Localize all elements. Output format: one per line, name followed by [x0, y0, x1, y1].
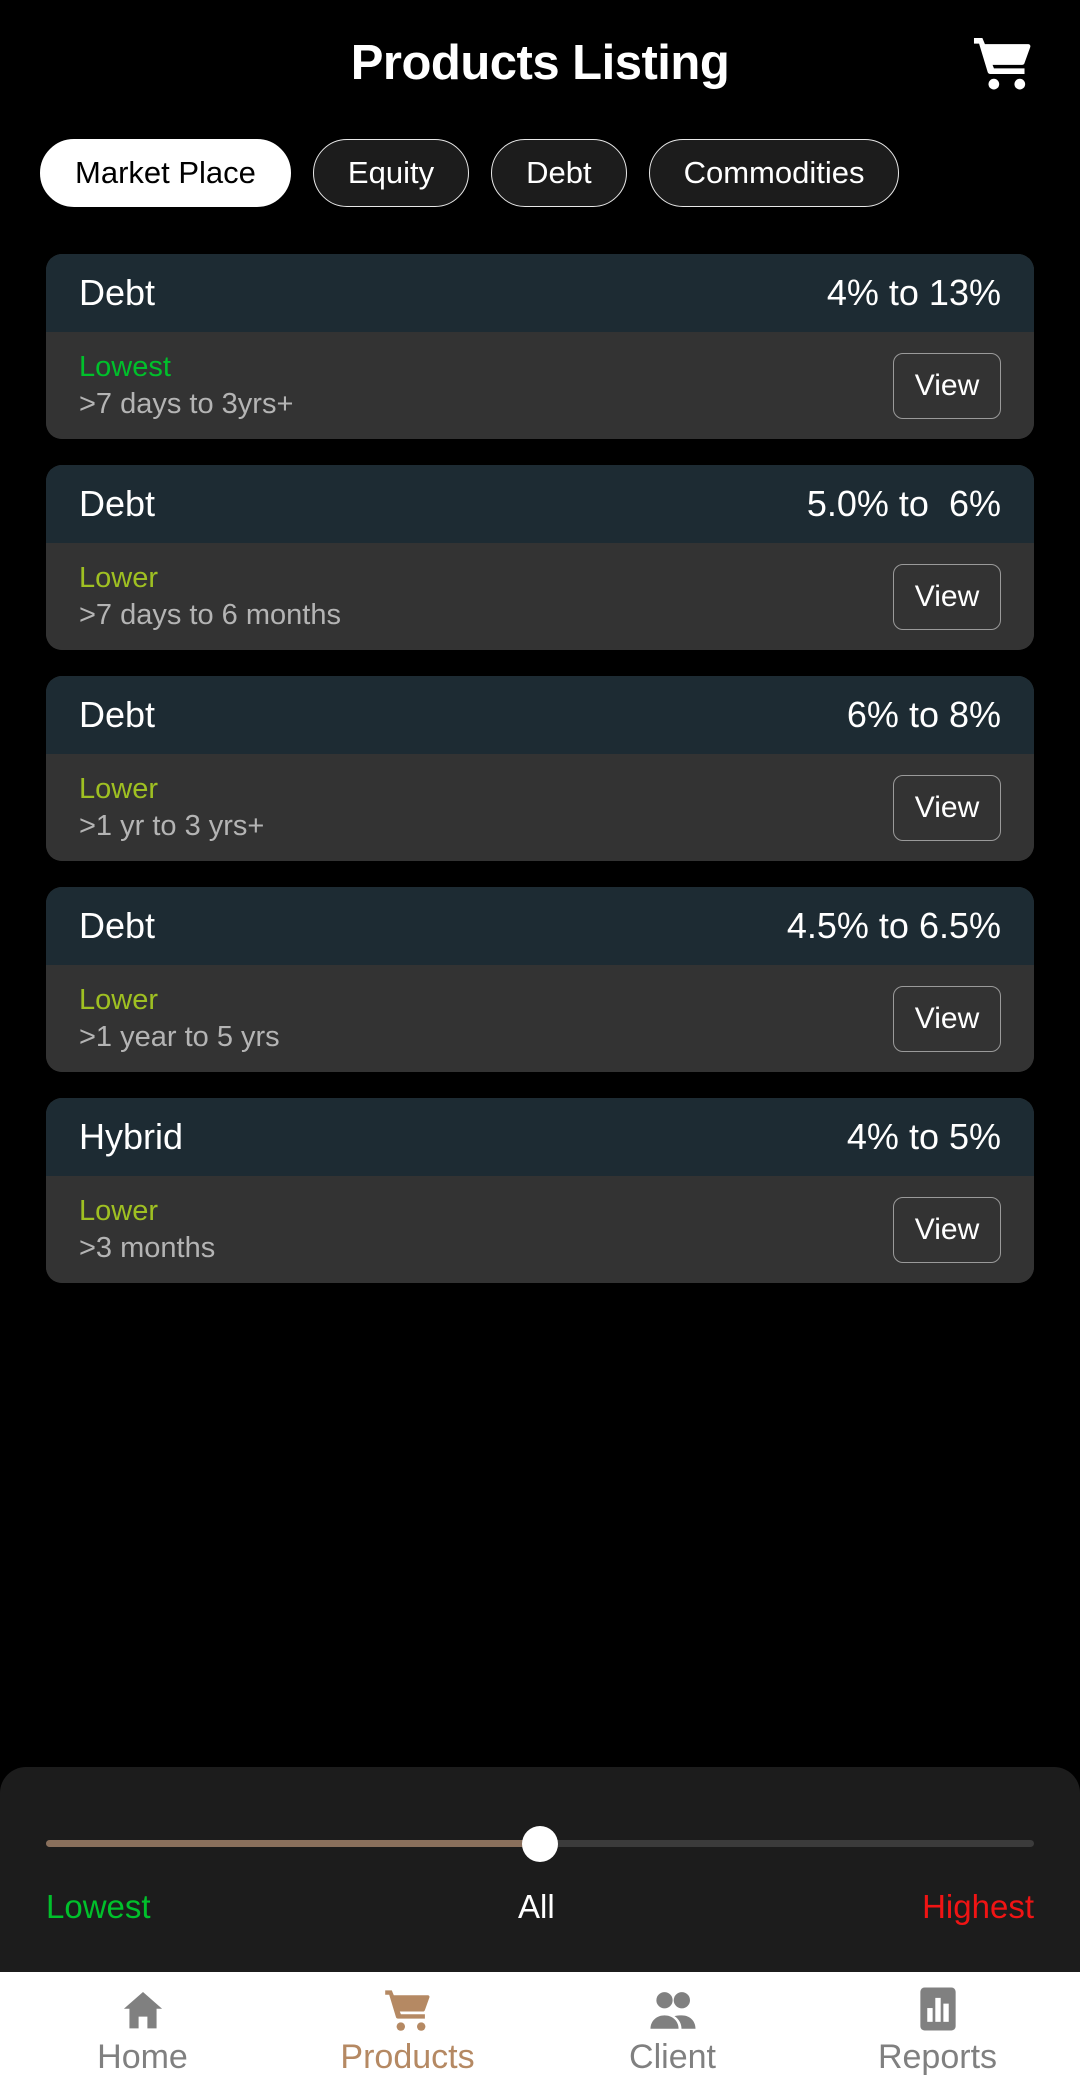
product-card[interactable]: Debt 6% to 8% Lower >1 yr to 3 yrs+ View — [46, 676, 1034, 861]
product-card-body: Lower >1 year to 5 yrs View — [46, 965, 1034, 1072]
product-card-header: Debt 4.5% to 6.5% — [46, 887, 1034, 965]
product-duration: >3 months — [79, 1232, 216, 1264]
product-duration: >7 days to 3yrs+ — [79, 388, 294, 420]
view-button[interactable]: View — [893, 563, 1001, 630]
slider-label-all: All — [517, 1887, 555, 1925]
product-card-header: Debt 5.0% to 6% — [46, 465, 1034, 543]
product-list: Debt 4% to 13% Lowest >7 days to 3yrs+ V… — [0, 220, 1080, 1767]
product-tier-badge: Lower — [79, 1194, 158, 1227]
bottom-navigation: Home Products Client Reports — [0, 1972, 1080, 2087]
tab-equity[interactable]: Equity — [312, 138, 470, 207]
product-card-header: Debt 6% to 8% — [46, 676, 1034, 754]
product-rate: 6% to 8% — [846, 694, 1001, 735]
nav-label: Products — [340, 2038, 475, 2076]
tab-commodities[interactable]: Commodities — [648, 138, 900, 207]
product-type: Debt — [79, 905, 156, 946]
product-card-body: Lower >1 yr to 3 yrs+ View — [46, 754, 1034, 861]
people-icon — [649, 1982, 697, 2032]
slider-fill — [46, 1840, 540, 1847]
product-duration: >7 days to 6 months — [79, 599, 341, 631]
view-button-label: View — [914, 579, 980, 613]
product-details: Lower >7 days to 6 months — [79, 561, 341, 631]
view-button-label: View — [914, 790, 980, 824]
view-button-label: View — [914, 368, 980, 402]
view-button-label: View — [914, 1212, 980, 1246]
product-type: Hybrid — [79, 1116, 184, 1157]
tab-label: Equity — [347, 154, 435, 190]
product-type: Debt — [79, 272, 156, 313]
view-button[interactable]: View — [893, 985, 1001, 1052]
product-card-body: Lowest >7 days to 3yrs+ View — [46, 332, 1034, 439]
nav-item-reports[interactable]: Reports — [805, 1982, 1070, 2077]
view-button[interactable]: View — [893, 352, 1001, 419]
product-details: Lower >3 months — [79, 1194, 216, 1264]
nav-label: Reports — [877, 2038, 998, 2076]
product-details: Lower >1 year to 5 yrs — [79, 983, 280, 1053]
product-rate: 4% to 13% — [826, 272, 1001, 313]
slider-labels: Lowest All Highest — [46, 1888, 1034, 1926]
product-card[interactable]: Hybrid 4% to 5% Lower >3 months View — [46, 1098, 1034, 1283]
product-rate: 4.5% to 6.5% — [786, 905, 1001, 946]
product-details: Lower >1 yr to 3 yrs+ — [79, 772, 265, 842]
product-tier-badge: Lowest — [79, 350, 171, 383]
product-details: Lowest >7 days to 3yrs+ — [79, 350, 294, 420]
nav-item-products[interactable]: Products — [275, 1982, 540, 2077]
product-type: Debt — [79, 694, 156, 735]
product-card-body: Lower >3 months View — [46, 1176, 1034, 1283]
slider-track[interactable] — [46, 1825, 1034, 1862]
cart-icon[interactable] — [970, 33, 1036, 93]
product-card[interactable]: Debt 5.0% to 6% Lower >7 days to 6 month… — [46, 465, 1034, 650]
tab-label: Market Place — [75, 154, 256, 190]
product-card-body: Lower >7 days to 6 months View — [46, 543, 1034, 650]
product-tier-badge: Lower — [79, 561, 158, 594]
view-button-label: View — [914, 1001, 980, 1035]
product-rate: 4% to 5% — [846, 1116, 1001, 1157]
product-tier-badge: Lower — [79, 983, 158, 1016]
products-listing-screen: Products Listing Market Place Equity Deb… — [0, 0, 1080, 2087]
product-card[interactable]: Debt 4% to 13% Lowest >7 days to 3yrs+ V… — [46, 254, 1034, 439]
product-type: Debt — [79, 483, 156, 524]
nav-item-client[interactable]: Client — [540, 1982, 805, 2077]
nav-label: Home — [97, 2038, 188, 2076]
app-header: Products Listing — [0, 0, 1080, 125]
product-duration: >1 year to 5 yrs — [79, 1021, 280, 1053]
rate-filter-panel: Lowest All Highest — [0, 1767, 1080, 1972]
category-tabs[interactable]: Market Place Equity Debt Commodities — [0, 125, 1080, 220]
bar-chart-icon — [917, 1982, 959, 2032]
product-card[interactable]: Debt 4.5% to 6.5% Lower >1 year to 5 yrs… — [46, 887, 1034, 1072]
tab-label: Commodities — [683, 154, 865, 190]
nav-label: Client — [629, 2038, 716, 2076]
product-card-header: Hybrid 4% to 5% — [46, 1098, 1034, 1176]
product-tier-badge: Lower — [79, 772, 158, 805]
view-button[interactable]: View — [893, 1196, 1001, 1263]
view-button[interactable]: View — [893, 774, 1001, 841]
product-rate: 5.0% to 6% — [806, 483, 1001, 524]
product-card-header: Debt 4% to 13% — [46, 254, 1034, 332]
home-icon — [120, 1982, 166, 2032]
product-duration: >1 yr to 3 yrs+ — [79, 810, 265, 842]
rate-slider[interactable] — [46, 1814, 1034, 1874]
tab-label: Debt — [526, 154, 592, 190]
tab-market-place[interactable]: Market Place — [40, 138, 291, 207]
slider-label-lowest: Lowest — [46, 1887, 151, 1925]
tab-debt[interactable]: Debt — [491, 138, 627, 207]
shopping-cart-icon — [384, 1982, 432, 2032]
slider-thumb[interactable] — [522, 1825, 558, 1862]
slider-label-highest: Highest — [922, 1887, 1034, 1925]
nav-item-home[interactable]: Home — [10, 1982, 275, 2077]
page-title: Products Listing — [350, 35, 730, 90]
